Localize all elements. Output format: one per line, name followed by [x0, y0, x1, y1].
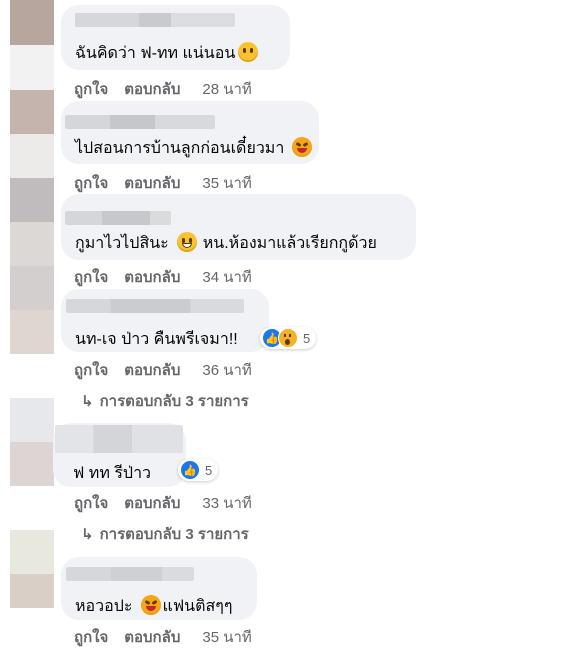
avatar[interactable]: [10, 45, 54, 90]
reply-arrow-icon: ↳: [81, 393, 94, 410]
avatar[interactable]: [10, 530, 54, 574]
comment-actions: ถูกใจ ตอบกลับ 36 นาที: [74, 358, 268, 382]
reply-link[interactable]: ตอบกลับ: [124, 629, 180, 646]
comment-actions: ถูกใจ ตอบกลับ 35 นาที: [74, 625, 268, 649]
like-icon: 👍: [180, 460, 200, 480]
avatar[interactable]: [10, 574, 54, 608]
comment-bubble[interactable]: หอวอปะ แฟนติสๆๆ: [61, 557, 257, 620]
like-link[interactable]: ถูกใจ: [74, 362, 108, 379]
avatar[interactable]: [10, 310, 54, 354]
comment-text: นท-เจ ป่าว คืนพรีเจมา!!: [75, 331, 238, 348]
commenter-name-redacted[interactable]: [65, 211, 171, 225]
comment-bubble[interactable]: ฟ ทท รีป่าว: [53, 423, 186, 487]
view-replies-link[interactable]: ↳ การตอบกลับ 3 รายการ: [81, 522, 249, 546]
avatar: [10, 486, 54, 530]
avatar[interactable]: [10, 398, 54, 442]
comment-text: กูมาไวไปสินะ หน.ห้องมาแล้วเรียกกูด้วย: [75, 231, 377, 256]
avatar[interactable]: [10, 266, 54, 310]
timestamp[interactable]: 35 นาที: [202, 175, 251, 192]
comment-text: หอวอปะ แฟนติสๆๆ: [75, 594, 232, 619]
comment-text: ไปสอนการบ้านลูกก่อนเดี๋ยวมา: [75, 136, 313, 161]
comment-bubble[interactable]: ฉันคิดว่า ฟ-ทท แน่นอน: [61, 5, 290, 70]
comment-bubble[interactable]: กูมาไวไปสินะ หน.ห้องมาแล้วเรียกกูด้วย: [61, 194, 416, 260]
commenter-name-redacted[interactable]: [65, 115, 215, 129]
comment-actions: ถูกใจ ตอบกลับ 35 นาที: [74, 171, 268, 195]
like-link[interactable]: ถูกใจ: [74, 495, 108, 512]
reaction-summary[interactable]: 👍 5: [260, 327, 317, 349]
grinning-sweat-face-icon: [176, 232, 197, 252]
reply-link[interactable]: ตอบกลับ: [124, 495, 180, 512]
reaction-summary[interactable]: 👍 5: [178, 459, 219, 481]
commenter-name-redacted[interactable]: [66, 567, 194, 581]
comment-bubble[interactable]: ไปสอนการบ้านลูกก่อนเดี๋ยวมา: [61, 101, 319, 164]
avatar[interactable]: [10, 442, 54, 486]
reaction-count: 5: [205, 462, 213, 478]
squinting-tongue-face-icon: [292, 137, 313, 157]
timestamp[interactable]: 33 นาที: [202, 495, 251, 512]
comment-actions: ถูกใจ ตอบกลับ 33 นาที: [74, 491, 268, 515]
like-link[interactable]: ถูกใจ: [74, 629, 108, 646]
comment-text: ฉันคิดว่า ฟ-ทท แน่นอน: [75, 41, 259, 66]
wow-icon: [278, 328, 298, 348]
reply-link[interactable]: ตอบกลับ: [124, 175, 180, 192]
comment-text: ฟ ทท รีป่าว: [73, 465, 152, 482]
avatar[interactable]: [10, 134, 54, 178]
reply-link[interactable]: ตอบกลับ: [124, 362, 180, 379]
avatar[interactable]: [10, 90, 54, 134]
commenter-name-redacted[interactable]: [55, 425, 183, 453]
timestamp[interactable]: 28 นาที: [202, 81, 251, 98]
timestamp[interactable]: 35 นาที: [202, 629, 251, 646]
like-link[interactable]: ถูกใจ: [74, 269, 108, 286]
reply-link[interactable]: ตอบกลับ: [124, 81, 180, 98]
timestamp[interactable]: 34 นาที: [202, 269, 251, 286]
thinking-face-icon: [238, 42, 259, 62]
like-link[interactable]: ถูกใจ: [74, 81, 108, 98]
comment-bubble[interactable]: นท-เจ ป่าว คืนพรีเจมา!!: [61, 289, 269, 352]
avatar: [10, 354, 54, 398]
reply-arrow-icon: ↳: [81, 526, 94, 543]
view-replies-link[interactable]: ↳ การตอบกลับ 3 รายการ: [81, 389, 249, 413]
comment-actions: ถูกใจ ตอบกลับ 34 นาที: [74, 265, 268, 289]
avatar[interactable]: [10, 0, 54, 45]
reply-link[interactable]: ตอบกลับ: [124, 269, 180, 286]
like-link[interactable]: ถูกใจ: [74, 175, 108, 192]
reaction-count: 5: [303, 330, 311, 346]
avatar[interactable]: [10, 178, 54, 222]
timestamp[interactable]: 36 นาที: [202, 362, 251, 379]
avatar[interactable]: [10, 222, 54, 266]
squinting-tongue-face-icon: [140, 595, 161, 615]
commenter-name-redacted[interactable]: [66, 299, 244, 313]
comment-actions: ถูกใจ ตอบกลับ 28 นาที: [74, 77, 268, 101]
commenter-name-redacted[interactable]: [75, 13, 235, 27]
avatar-column: [10, 0, 54, 608]
